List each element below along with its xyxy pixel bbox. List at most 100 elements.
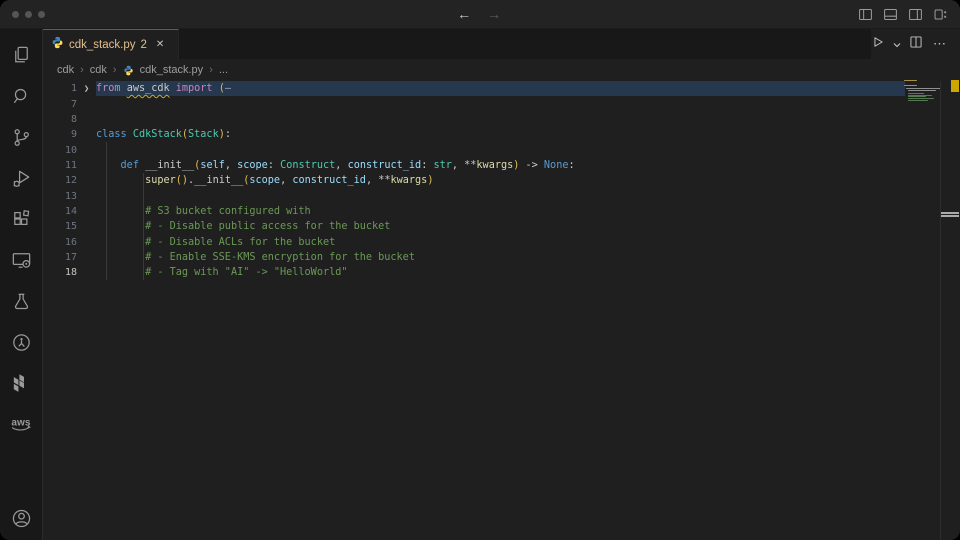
code-token: : <box>568 160 574 171</box>
code-line[interactable]: 14 # S3 bucket configured with <box>43 204 960 219</box>
code-token: # - Enable SSE-KMS encryption for the bu… <box>145 252 415 263</box>
code-line[interactable]: 17 # - Enable SSE-KMS encryption for the… <box>43 250 960 265</box>
code-token: def <box>121 160 139 171</box>
code-line[interactable]: 15 # - Disable public access for the buc… <box>43 219 960 234</box>
code-token: -> <box>519 160 544 171</box>
minimap-line <box>908 100 927 101</box>
breadcrumb-file[interactable]: cdk_stack.py <box>140 64 204 76</box>
code-token: kwargs <box>476 160 513 171</box>
code-token <box>96 175 145 186</box>
editor-group: cdk_stack.py 2 ✕ <box>43 29 960 540</box>
indent-guide <box>106 142 107 157</box>
code-text[interactable]: class CdkStack(Stack): <box>96 129 231 140</box>
breadcrumb-folder[interactable]: cdk <box>57 64 74 76</box>
code-line[interactable]: 18 # - Tag with "AI" -> "HelloWorld" <box>43 265 960 280</box>
line-number[interactable]: 1 <box>43 83 77 94</box>
code-text[interactable]: # - Disable ACLs for the bucket <box>96 237 335 248</box>
code-token <box>96 206 145 217</box>
code-text[interactable]: # - Disable public access for the bucket <box>96 221 390 232</box>
fold-chevron-icon[interactable]: ❯ <box>77 84 96 94</box>
code-line[interactable]: 12 super().__init__(scope, construct_id,… <box>43 173 960 188</box>
testing-beaker-icon[interactable] <box>0 281 42 322</box>
breadcrumb-symbol[interactable]: ... <box>219 64 228 76</box>
close-tab-icon[interactable]: ✕ <box>156 39 164 50</box>
line-number[interactable]: 7 <box>43 99 77 110</box>
code-token: scope <box>249 175 280 186</box>
editor-actions: ⋯ <box>871 29 960 59</box>
code-line[interactable]: 8 <box>43 112 960 127</box>
line-number[interactable]: 14 <box>43 206 77 217</box>
breadcrumb-separator-icon: › <box>80 64 84 76</box>
code-token: super <box>145 175 176 186</box>
line-number[interactable]: 16 <box>43 237 77 248</box>
code-text[interactable]: from aws_cdk import (– <box>96 83 231 94</box>
line-number[interactable]: 11 <box>43 160 77 171</box>
toggle-secondary-sidebar-icon[interactable] <box>908 7 923 22</box>
run-dropdown-chevron-icon[interactable] <box>893 35 901 53</box>
code-token: : <box>421 160 433 171</box>
code-text[interactable]: def __init__(self, scope: Construct, con… <box>96 160 575 171</box>
code-token: , <box>335 160 347 171</box>
account-icon[interactable] <box>0 498 42 539</box>
code-token: # - Tag with "AI" -> "HelloWorld" <box>145 267 347 278</box>
code-token: scope <box>237 160 268 171</box>
tab-badge: 2 <box>140 39 146 51</box>
breadcrumb-folder[interactable]: cdk <box>90 64 107 76</box>
more-actions-icon[interactable]: ⋯ <box>933 36 947 52</box>
run-python-file-icon[interactable] <box>871 35 885 54</box>
code-token: import <box>176 83 213 94</box>
line-number[interactable]: 13 <box>43 191 77 202</box>
code-token: construct_id <box>292 175 366 186</box>
code-line[interactable]: 9 class CdkStack(Stack): <box>43 127 960 142</box>
code-text[interactable]: # - Tag with "AI" -> "HelloWorld" <box>96 267 347 278</box>
toggle-panel-icon[interactable] <box>883 7 898 22</box>
code-editor[interactable]: 1❯from aws_cdk import (– 7 8 9 class CdkStac… <box>43 81 960 540</box>
line-number[interactable]: 15 <box>43 221 77 232</box>
explorer-icon[interactable] <box>0 35 42 76</box>
window-control-dot[interactable] <box>38 11 45 18</box>
title-bar: ← → <box>0 0 960 29</box>
customize-layout-icon[interactable] <box>933 7 948 22</box>
run-and-debug-icon[interactable] <box>0 158 42 199</box>
line-number[interactable]: 9 <box>43 129 77 140</box>
code-line[interactable]: 13 <box>43 188 960 203</box>
window-control-dot[interactable] <box>12 11 19 18</box>
code-line[interactable]: 16 # - Disable ACLs for the bucket <box>43 234 960 249</box>
line-number[interactable]: 12 <box>43 175 77 186</box>
code-token: from <box>96 83 121 94</box>
window-control-dot[interactable] <box>25 11 32 18</box>
code-line[interactable]: 10 <box>43 142 960 157</box>
code-token: , <box>225 160 237 171</box>
forward-arrow-icon[interactable]: → <box>487 6 501 22</box>
code-text[interactable]: # S3 bucket configured with <box>96 206 311 217</box>
aws-toolkit-icon[interactable]: aws <box>0 404 42 445</box>
terraform-icon[interactable] <box>0 363 42 404</box>
code-token: CdkStack <box>133 129 182 140</box>
line-number[interactable]: 10 <box>43 145 77 156</box>
activity-bar: aws <box>0 29 43 540</box>
code-token: construct_id <box>348 160 422 171</box>
back-arrow-icon[interactable]: ← <box>457 6 471 22</box>
code-text[interactable]: super().__init__(scope, construct_id, **… <box>96 175 433 186</box>
minimap[interactable] <box>904 80 941 101</box>
code-token <box>96 237 145 248</box>
code-line[interactable]: 11 def __init__(self, scope: Construct, … <box>43 158 960 173</box>
line-number[interactable]: 8 <box>43 114 77 125</box>
code-token <box>96 221 145 232</box>
extensions-icon[interactable] <box>0 199 42 240</box>
source-control-icon[interactable] <box>0 117 42 158</box>
minimap-line <box>908 98 934 99</box>
search-icon[interactable] <box>0 76 42 117</box>
code-line[interactable]: 7 <box>43 96 960 111</box>
split-editor-icon[interactable] <box>909 35 923 54</box>
code-token: # - Disable ACLs for the bucket <box>145 237 335 248</box>
code-token: __init__ <box>145 160 194 171</box>
line-number[interactable]: 17 <box>43 252 77 263</box>
tab-cdk-stack-py[interactable]: cdk_stack.py 2 ✕ <box>43 29 179 59</box>
toggle-primary-sidebar-icon[interactable] <box>858 7 873 22</box>
code-text[interactable]: # - Enable SSE-KMS encryption for the bu… <box>96 252 415 263</box>
line-number[interactable]: 18 <box>43 267 77 278</box>
remote-explorer-icon[interactable] <box>0 240 42 281</box>
circle-branch-extension-icon[interactable] <box>0 322 42 363</box>
code-line[interactable]: 1❯from aws_cdk import (– <box>43 81 960 96</box>
